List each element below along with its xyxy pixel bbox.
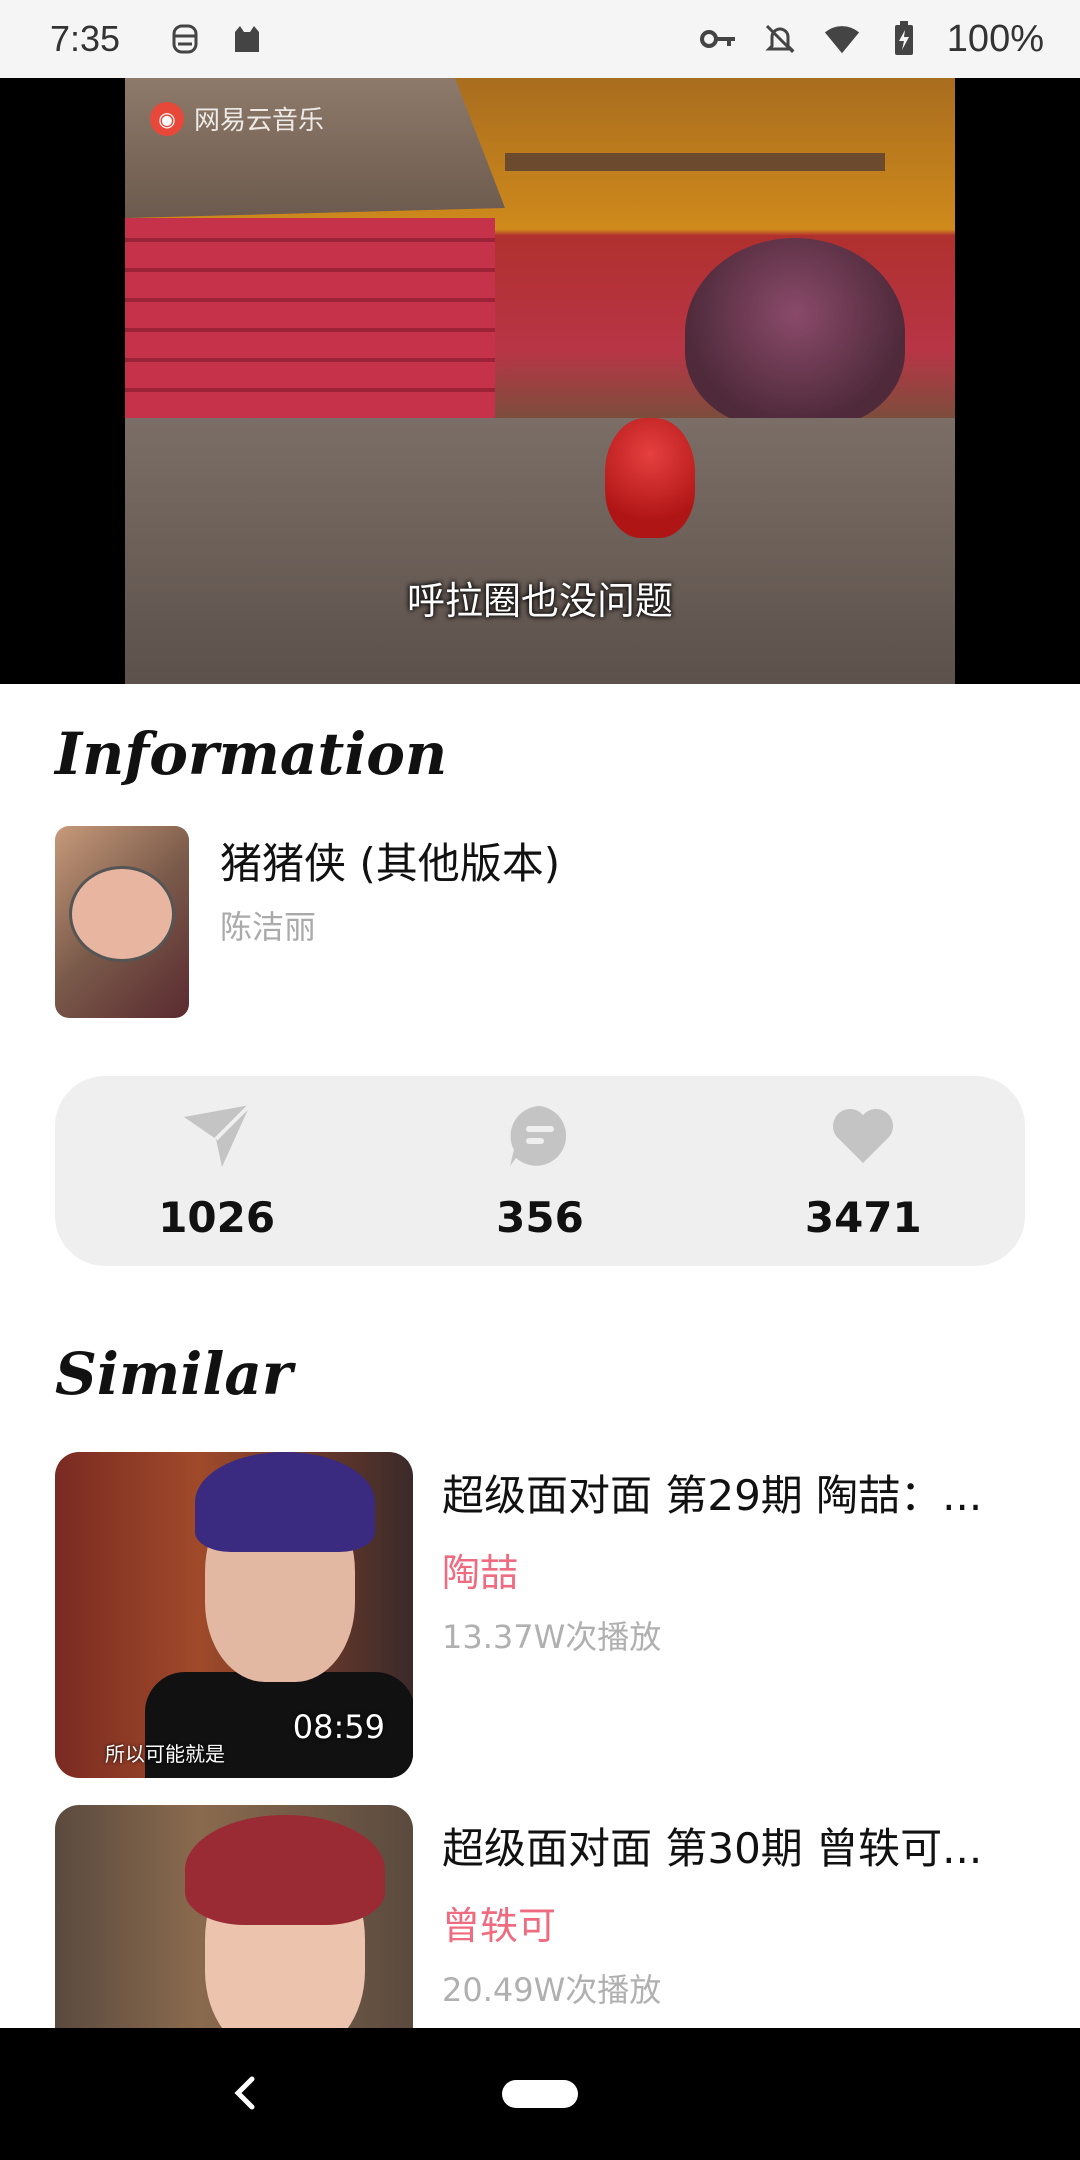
like-count: 3471 <box>804 1192 922 1242</box>
home-button[interactable] <box>502 2080 578 2108</box>
notifications-off-icon <box>761 20 799 58</box>
wifi-icon <box>823 20 861 58</box>
similar-artist[interactable]: 陶喆 <box>442 1542 518 1597</box>
face-icon <box>166 20 204 58</box>
thumb-hair <box>195 1452 375 1552</box>
similar-plays: 13.37W次播放 <box>442 1618 662 1656</box>
video-duration: 08:59 <box>292 1708 385 1746</box>
share-icon <box>182 1101 252 1171</box>
scene-bricks <box>125 218 495 418</box>
similar-artist[interactable]: 曾轶可 <box>442 1895 556 1950</box>
comment-icon <box>505 1101 575 1171</box>
mv-title: 猪猪侠 (其他版本) <box>220 839 561 888</box>
video-subtitle: 呼拉圈也没问题 <box>406 579 673 623</box>
battery-percent: 100% <box>946 17 1044 60</box>
mv-artist[interactable]: 陈洁丽 <box>220 902 316 948</box>
scene-floor <box>125 418 955 684</box>
similar-title: 超级面对面 第30期 曾轶可... <box>442 1824 983 1873</box>
similar-item[interactable]: 所以可能就是 08:59 超级面对面 第29期 陶喆：... 陶喆 13.37W… <box>55 1452 1025 1778</box>
comment-count: 356 <box>496 1192 584 1242</box>
navigation-bar <box>0 2028 1080 2160</box>
comment-button[interactable]: 356 <box>420 1101 660 1242</box>
cat-icon <box>228 20 266 58</box>
netease-logo-icon: ◉ <box>150 101 184 136</box>
scene-pot <box>685 238 905 428</box>
back-chevron-icon <box>234 2076 255 2110</box>
like-button[interactable]: 3471 <box>743 1101 983 1242</box>
back-button[interactable] <box>220 2068 270 2118</box>
thumb-caption: 所以可能就是 <box>105 1742 225 1766</box>
similar-thumbnail[interactable]: 所以可能就是 08:59 <box>55 1452 413 1778</box>
scene-shelf <box>505 153 885 171</box>
heart-icon <box>828 1101 898 1171</box>
similar-heading: Similar <box>55 1340 293 1408</box>
stats-bar: 1026 356 3471 <box>55 1076 1025 1266</box>
scene-character <box>605 418 695 538</box>
information-heading: Information <box>55 720 448 788</box>
status-time: 7:35 <box>50 18 121 59</box>
share-count: 1026 <box>158 1192 276 1242</box>
video-player[interactable]: ◉ 网易云音乐 呼拉圈也没问题 <box>0 78 1080 684</box>
key-icon <box>699 20 737 58</box>
watermark-text: 网易云音乐 <box>194 106 325 136</box>
mv-cover <box>55 826 189 1018</box>
video-frame[interactable]: ◉ 网易云音乐 呼拉圈也没问题 <box>125 78 955 684</box>
similar-plays: 20.49W次播放 <box>442 1971 662 2009</box>
share-button[interactable]: 1026 <box>97 1101 337 1242</box>
thumb-hair <box>185 1815 385 1925</box>
scene-counter <box>125 78 505 218</box>
status-bar: 7:35 100% <box>0 0 1080 78</box>
similar-title: 超级面对面 第29期 陶喆：... <box>442 1471 983 1520</box>
video-watermark: ◉ 网易云音乐 <box>150 100 324 137</box>
cover-character <box>69 866 175 962</box>
battery-charging-icon <box>885 20 923 58</box>
